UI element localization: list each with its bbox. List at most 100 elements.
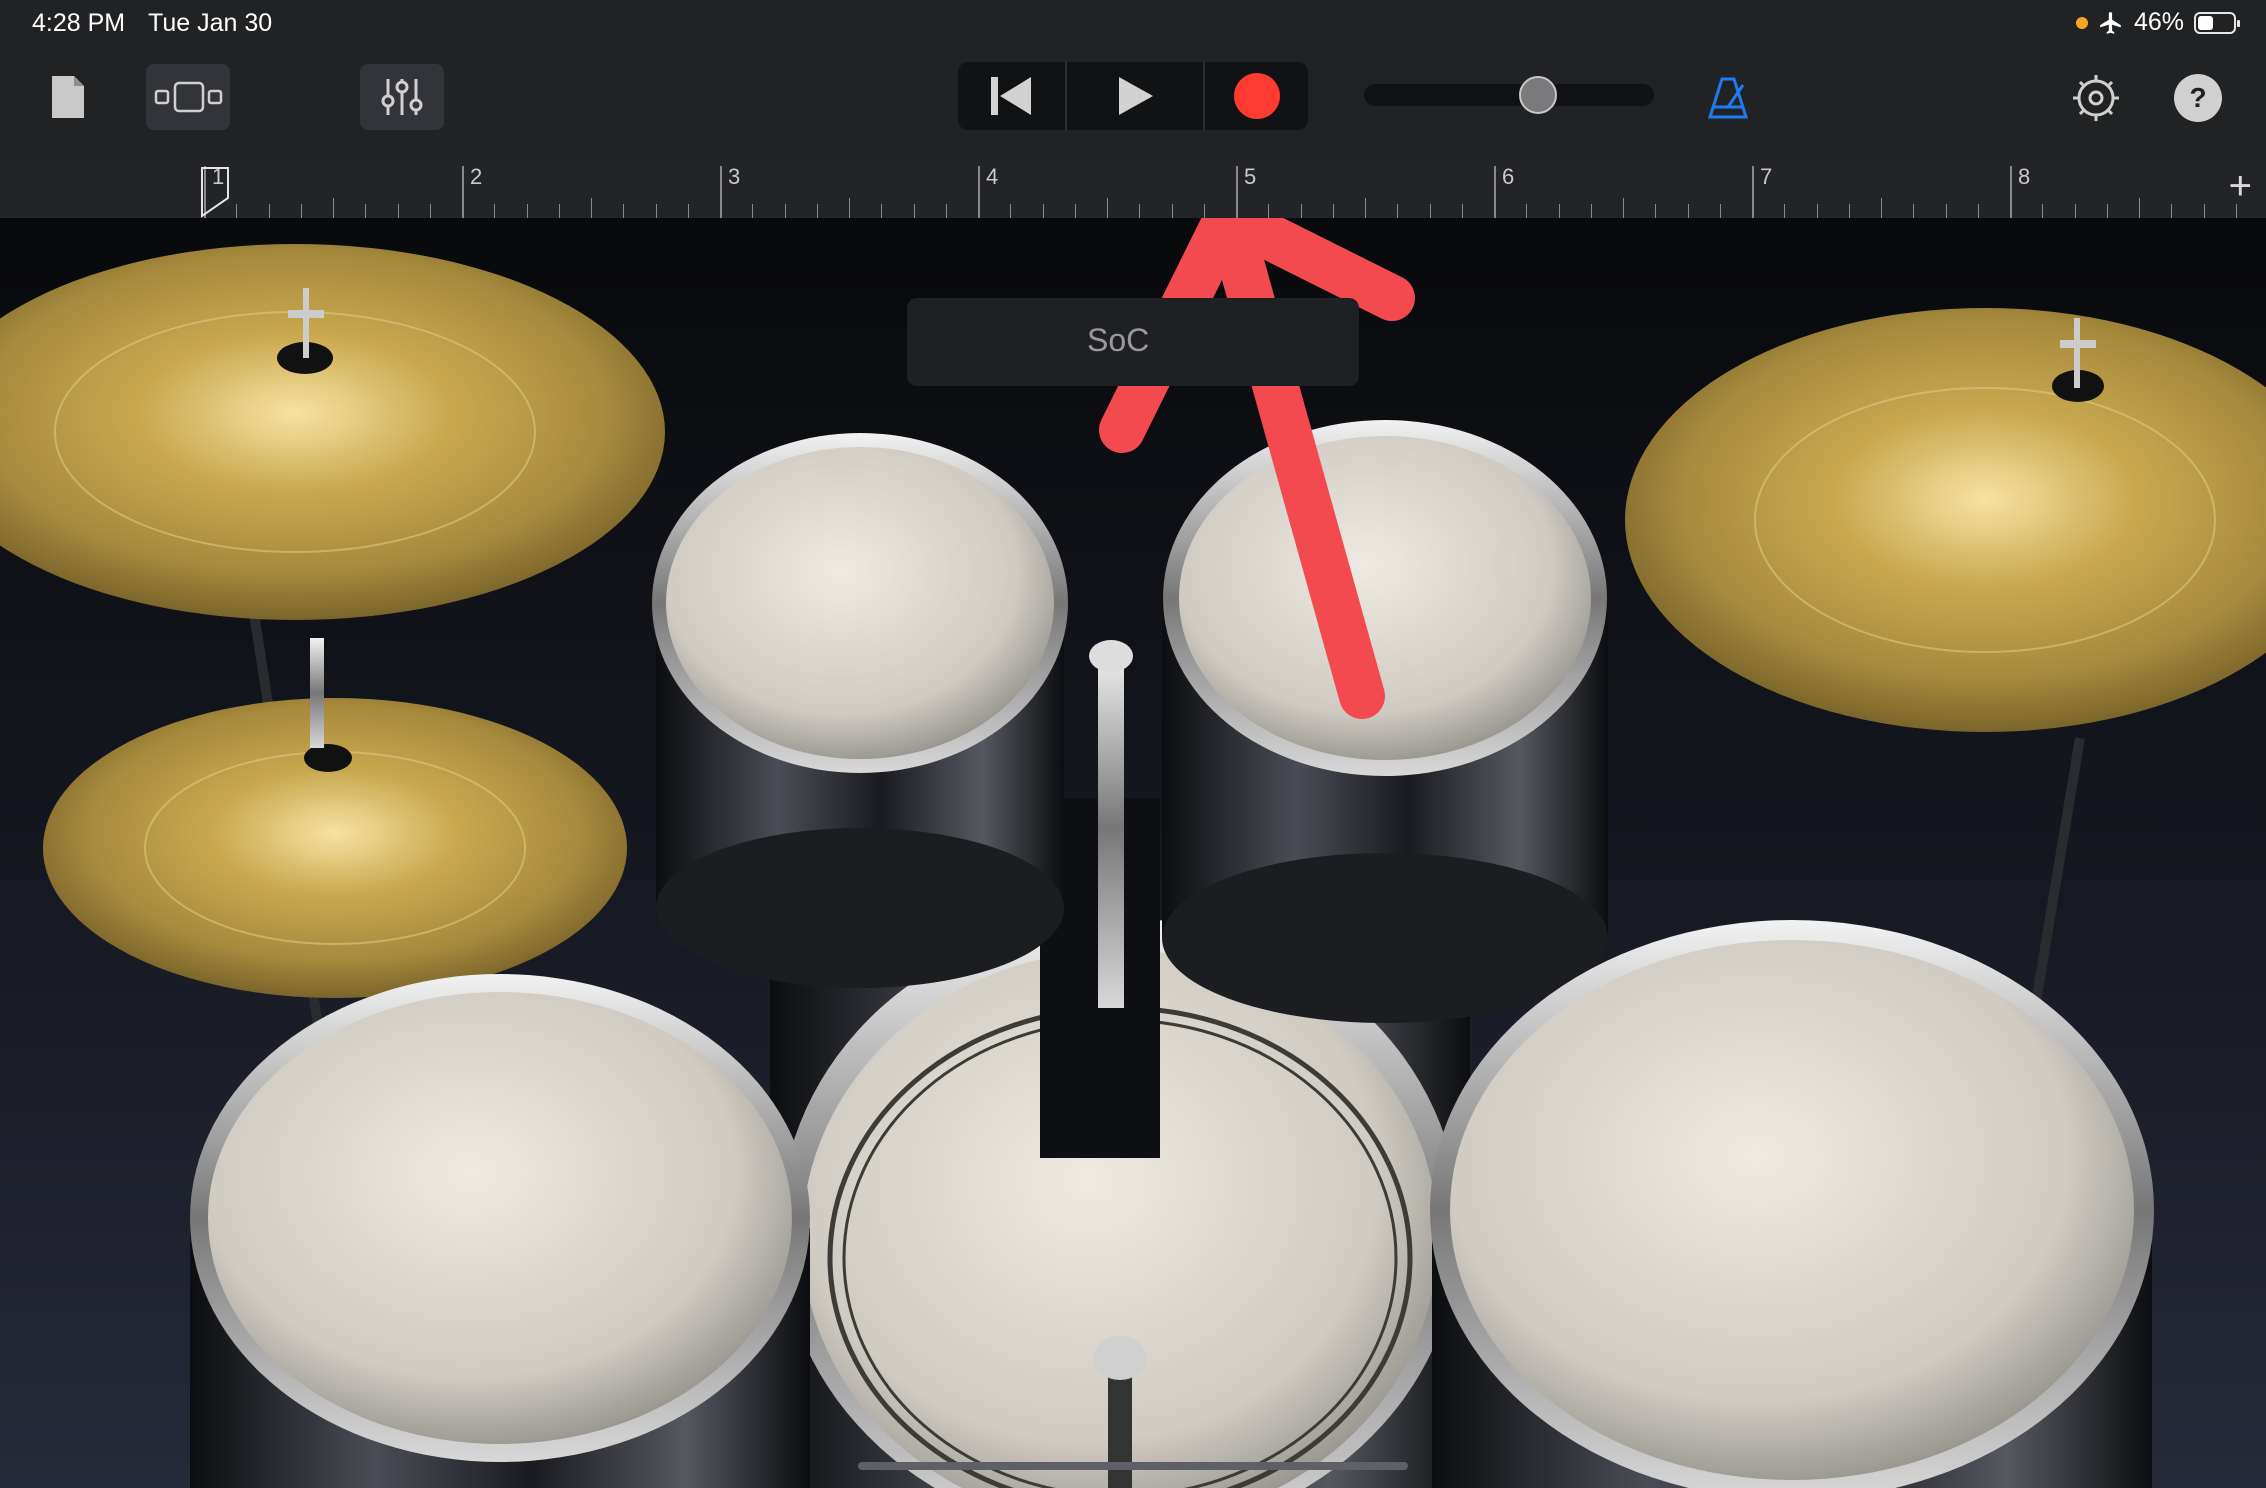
ruler-tick <box>2139 198 2140 218</box>
song-selector[interactable]: SoC <box>907 298 1359 386</box>
ruler-tick <box>784 204 786 218</box>
document-icon[interactable] <box>40 70 96 124</box>
tom-2[interactable] <box>1162 420 1608 1023</box>
ruler-tick <box>429 204 431 218</box>
mixer-icon[interactable] <box>360 64 444 130</box>
ruler-tick <box>2203 204 2205 218</box>
ruler-tick <box>1429 204 1431 218</box>
ruler-bar-line <box>1494 166 1496 218</box>
timeline-ruler[interactable]: 12345678 + <box>0 160 2266 218</box>
record-button[interactable] <box>1205 62 1308 130</box>
ruler-bar-line <box>462 166 464 218</box>
ruler-tick <box>1784 204 1786 218</box>
floor-tom-right[interactable] <box>1430 920 2154 1488</box>
ruler-bar-line <box>1752 166 1754 218</box>
status-date: Tue Jan 30 <box>148 9 273 37</box>
airplane-icon <box>2100 11 2121 34</box>
floor-tom-left[interactable] <box>190 974 810 1488</box>
ruler-tick <box>591 198 592 218</box>
tom-1[interactable] <box>652 433 1068 988</box>
ruler-tick <box>300 204 302 218</box>
ruler-tick <box>881 204 883 218</box>
master-volume-knob[interactable] <box>1519 76 1557 114</box>
ruler-tick <box>2106 204 2108 218</box>
help-button[interactable]: ? <box>2174 74 2222 122</box>
ruler-tick <box>1945 204 1947 218</box>
ruler-tick <box>1719 204 1721 218</box>
privacy-indicator <box>2075 16 2088 29</box>
ruler-tick <box>1655 204 1657 218</box>
status-time: 4:28 PM <box>32 9 126 37</box>
ruler-tick <box>1977 204 1979 218</box>
help-icon: ? <box>2189 82 2207 113</box>
ruler-bar-number: 2 <box>470 164 483 189</box>
status-right: 46% <box>2075 8 2240 37</box>
ruler-tick <box>236 204 238 218</box>
ride-cymbal[interactable] <box>1625 308 2266 732</box>
ruler-tick <box>1365 198 1366 218</box>
ruler-tick <box>1461 204 1463 218</box>
crash-cymbal[interactable] <box>0 244 665 620</box>
ruler-bar-number: 8 <box>2018 164 2031 189</box>
ruler-tick <box>1558 204 1560 218</box>
play-icon <box>1118 77 1153 115</box>
ruler-tick <box>1268 204 1270 218</box>
ruler-bar-line <box>1236 166 1238 218</box>
settings-icon <box>2073 75 2119 121</box>
ruler-tick <box>333 198 334 218</box>
ruler-bar-line <box>978 166 980 218</box>
ruler-tick <box>1203 204 1205 218</box>
ruler-tick <box>1171 204 1173 218</box>
song-selector-label: SoC <box>1087 322 1150 358</box>
ruler-tick <box>752 204 754 218</box>
view-toggle-icon[interactable] <box>146 64 230 130</box>
ruler-bar-line <box>2010 166 2012 218</box>
master-volume-slider[interactable] <box>1364 84 1654 106</box>
ruler-bar-number: 3 <box>728 164 741 189</box>
ruler-tick <box>816 204 818 218</box>
ruler-tick <box>1300 204 1302 218</box>
ruler-bar-number: 7 <box>1760 164 1773 189</box>
ruler-tick <box>1881 198 1882 218</box>
transport-controls <box>958 62 1308 130</box>
drum-kit-stage: SoC <box>0 218 2266 1488</box>
ruler-tick <box>494 204 496 218</box>
ruler-tick <box>623 204 625 218</box>
rewind-button[interactable] <box>958 62 1067 130</box>
ruler-tick <box>849 198 850 218</box>
ruler-tick <box>2074 204 2076 218</box>
ruler-tick <box>913 204 915 218</box>
ruler-tick <box>1074 204 1076 218</box>
metronome-icon <box>1707 77 1749 119</box>
settings-button[interactable] <box>2066 68 2126 128</box>
ruler-tick <box>1526 204 1528 218</box>
ruler-tick <box>365 204 367 218</box>
ruler-bar-line <box>720 166 722 218</box>
ruler-tick <box>1623 198 1624 218</box>
metronome-button[interactable] <box>1700 70 1756 126</box>
add-section-button[interactable]: + <box>2229 166 2252 206</box>
battery-percent: 46% <box>2133 8 2184 36</box>
ruler-tick <box>526 204 528 218</box>
ruler-tick <box>1397 204 1399 218</box>
ruler-tick <box>1590 204 1592 218</box>
rewind-icon <box>991 77 1032 115</box>
hi-hat[interactable] <box>43 638 627 998</box>
ruler-tick <box>687 204 689 218</box>
home-indicator[interactable] <box>858 1462 1408 1470</box>
ruler-tick <box>1913 204 1915 218</box>
ruler-tick <box>2171 204 2173 218</box>
ruler-tick <box>1107 198 1108 218</box>
ruler-bar-number: 6 <box>1502 164 1515 189</box>
record-icon <box>1233 73 1280 119</box>
ruler-bar-number: 5 <box>1244 164 1257 189</box>
ruler-tick <box>655 204 657 218</box>
ruler-tick <box>1042 204 1044 218</box>
ruler-tick <box>1010 204 1012 218</box>
playhead[interactable] <box>200 166 230 218</box>
drum-kit <box>0 218 2266 1488</box>
ruler-bar-number: 4 <box>986 164 999 189</box>
status-bar: 4:28 PM Tue Jan 30 46% <box>0 0 2266 50</box>
play-button[interactable] <box>1067 62 1206 130</box>
ruler-tick <box>1139 204 1141 218</box>
